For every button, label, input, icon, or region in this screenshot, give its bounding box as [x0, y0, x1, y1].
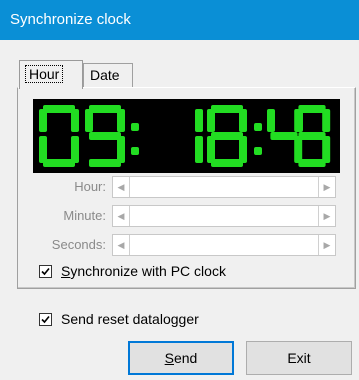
- reset-datalogger-label[interactable]: Send reset datalogger: [61, 311, 199, 327]
- exit-button[interactable]: Exit: [246, 341, 352, 375]
- title-bar: Synchronize clock: [0, 0, 359, 40]
- checkmark-icon: [41, 315, 50, 324]
- hour-tab-panel: [17, 87, 356, 289]
- reset-datalogger-checkbox[interactable]: [39, 313, 52, 326]
- tab-hour[interactable]: Hour: [19, 60, 83, 89]
- window-title: Synchronize clock: [10, 11, 131, 28]
- tab-hour-label: Hour: [25, 65, 64, 83]
- tab-date-label: Date: [90, 67, 120, 83]
- send-button[interactable]: Send: [128, 341, 234, 375]
- tab-date[interactable]: Date: [83, 63, 133, 88]
